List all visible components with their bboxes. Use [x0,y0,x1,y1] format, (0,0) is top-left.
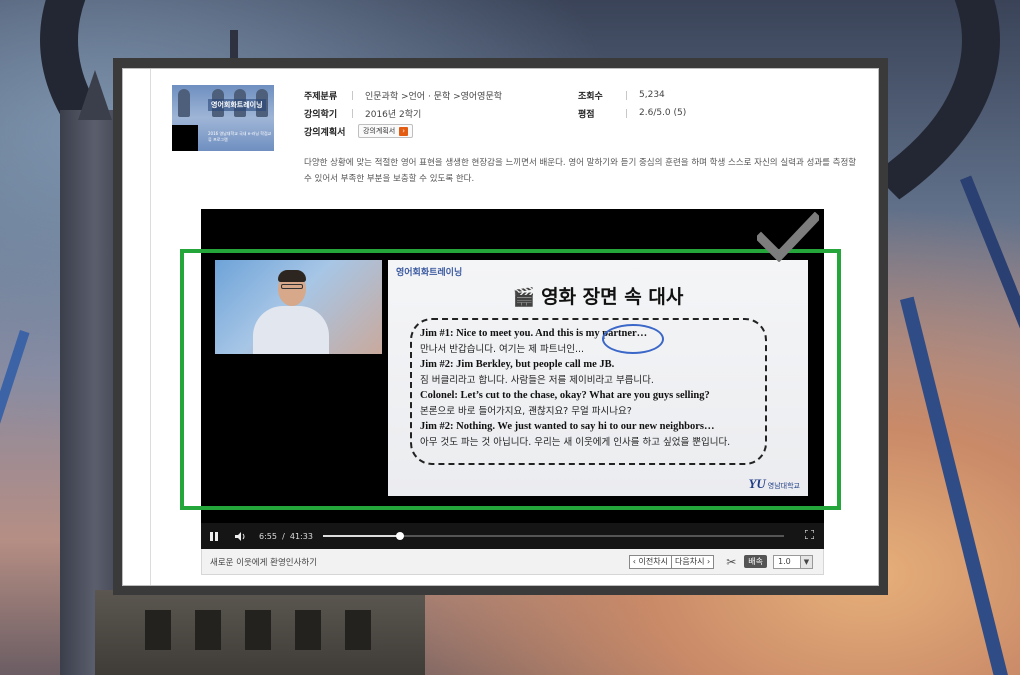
slide-course-name: 영어회화트레이닝 [396,268,463,278]
dialogue-line: Jim #2: Nothing. We just wanted to say h… [420,421,715,432]
dialogue-line: Colonel: Let’s cut to the chase, okay? W… [420,390,710,401]
course-thumbnail[interactable]: 영어회화트레이닝 2016 영남대학교 국내 e-러닝 학점교류 프로그램 [172,85,274,151]
dialogue-translation: 만나서 반갑습니다. 여기는 제 파트너인... [420,343,584,355]
screenshot-frame: 영어회화트레이닝 2016 영남대학교 국내 e-러닝 학점교류 프로그램 주제… [113,58,888,595]
plan-label: 강의계획서 [304,127,346,138]
checkmark-icon [757,212,819,262]
current-time: 6:55 [259,531,277,541]
dialogue-translation: 아무 것도 파는 것 아닙니다. 우리는 새 이웃에게 인사를 하고 싶었을 뿐… [420,436,731,448]
rating-label: 평점 [578,109,595,120]
dialogue-box: Jim #1: Nice to meet you. And this is my… [410,318,767,465]
bridge-cable-right [900,296,1016,675]
speed-label: 배속 [744,555,767,568]
chevron-right-icon: › [399,126,409,136]
volume-icon[interactable] [227,523,253,549]
university-logo: YU 영남대학교 [748,476,800,491]
annotation-circle [602,324,664,354]
slide-title: 🎬 영화 장면 속 대사 [512,286,684,308]
clapperboard-icon: 🎬 [512,287,536,308]
bridge-building [95,590,425,675]
term-label: 강의학기 [304,109,338,120]
course-page: 영어회화트레이닝 2016 영남대학교 국내 e-러닝 학점교류 프로그램 주제… [122,68,879,586]
meta-left: 주제분류 인문과학 >언어 · 문학 >영어영문학 강의학기 2016년 2학기… [304,86,502,140]
bridge-cable-right-2 [960,175,1020,663]
chapter-title: 새로운 이웃에게 환영인사하기 [210,557,318,568]
dialogue-line: Jim #1: Nice to meet you. And this is my… [420,328,648,339]
term-value: 2016년 2학기 [365,109,422,120]
rating-value: 2.6/5.0 (5) [639,108,687,118]
instructor-camera [215,260,382,354]
category-label: 주제분류 [304,91,338,102]
dialogue-line: Jim #2: Jim Berkley, but people call me … [420,359,615,370]
prev-chapter-button[interactable]: ‹ 이전차시 [628,554,672,569]
views-value: 5,234 [639,90,665,100]
total-time: 41:33 [289,531,313,541]
progress-fill [323,535,400,537]
left-divider [150,69,151,585]
next-chapter-button[interactable]: 다음차시 › [672,554,715,569]
scissors-icon[interactable]: ✂ [726,555,736,569]
syllabus-button[interactable]: 강의계획서 › [358,124,414,138]
thumbnail-title: 영어회화트레이닝 [208,99,266,111]
course-description: 다양한 상황에 맞는 적절한 영어 표현을 생생한 현장감을 느끼면서 배운다.… [304,158,857,184]
progress-track[interactable] [323,532,784,540]
lecture-slide: 영어회화트레이닝 🎬 영화 장면 속 대사 Jim #1: Nice to mee… [388,260,808,496]
progress-handle[interactable] [395,532,404,540]
dialogue-translation: 짐 버클리라고 합니다. 사람들은 저를 제이비라고 부릅니다. [420,374,654,386]
dialogue-translation: 본론으로 바로 들어가지요, 괜찮지요? 무얼 파시나요? [420,405,632,417]
chevron-down-icon: ▼ [800,555,812,568]
bridge-cable-left [0,330,30,675]
thumbnail-subtitle: 2016 영남대학교 국내 e-러닝 학점교류 프로그램 [208,131,272,142]
chapter-bar: 새로운 이웃에게 환영인사하기 ‹ 이전차시 다음차시 › ✂ 배속 1.0 ▼ [201,549,824,575]
time-display: 6:55 / 41:33 [259,531,313,541]
meta-right: 조회수 5,234 평점 2.6/5.0 (5) [578,86,686,122]
category-value: 인문과학 >언어 · 문학 >영어영문학 [365,91,503,102]
fullscreen-icon[interactable] [794,529,824,542]
pause-icon[interactable] [201,523,227,549]
player-controls: 6:55 / 41:33 [201,523,824,549]
video-player[interactable]: 영어회화트레이닝 🎬 영화 장면 속 대사 Jim #1: Nice to mee… [201,209,824,549]
speed-select[interactable]: 1.0 ▼ [773,554,813,569]
views-label: 조회수 [578,91,603,102]
